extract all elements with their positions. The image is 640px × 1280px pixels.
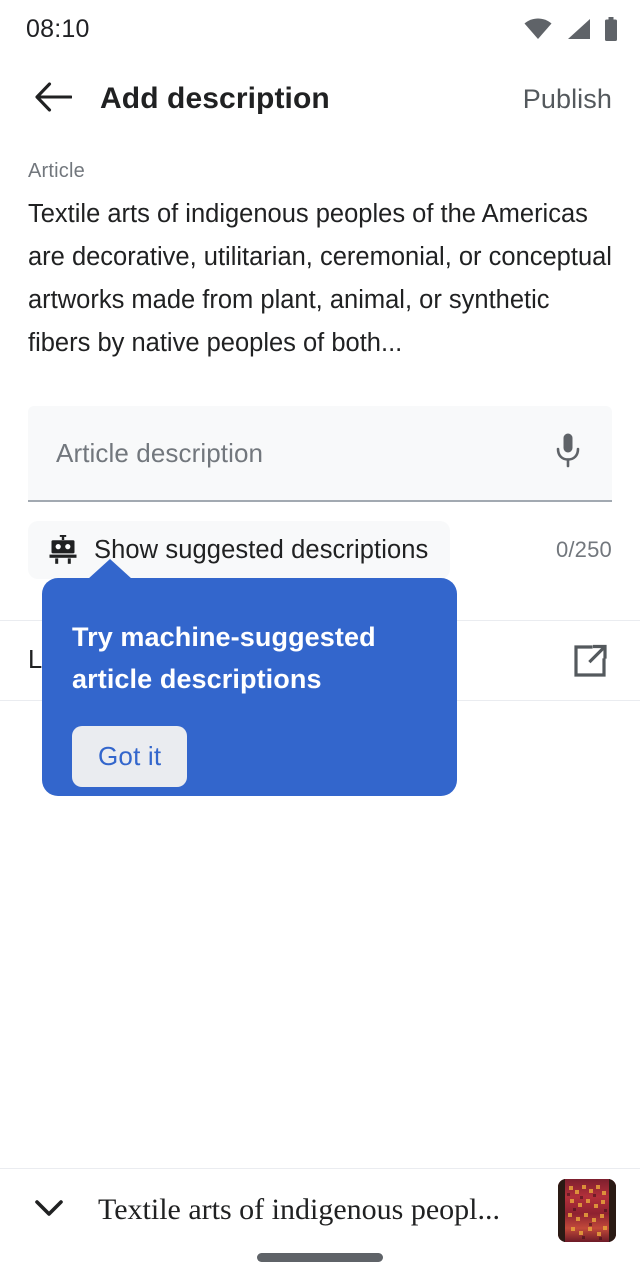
status-bar: 08:10 (0, 0, 640, 58)
voice-input-button[interactable] (542, 427, 594, 479)
chevron-down-icon (32, 1196, 66, 1225)
article-thumbnail[interactable] (558, 1178, 616, 1242)
cellular-signal-icon (565, 18, 591, 40)
status-clock: 08:10 (26, 14, 90, 43)
page-title: Add description (100, 82, 330, 115)
robot-icon (48, 535, 78, 565)
article-extract-text: Textile arts of indigenous peoples of th… (28, 200, 612, 357)
microphone-icon (553, 432, 583, 475)
tooltip-arrow (88, 559, 132, 579)
article-preview: Article Textile arts of indigenous peopl… (28, 160, 612, 365)
battery-icon (604, 17, 618, 41)
system-navigation-handle[interactable] (257, 1253, 383, 1262)
back-arrow-icon (34, 81, 73, 118)
machine-suggestion-tooltip: Try machine-suggested article descriptio… (42, 559, 457, 796)
description-input-field[interactable]: Article description (28, 406, 612, 502)
external-link-icon (570, 641, 610, 681)
expand-collapse-button[interactable] (28, 1189, 70, 1231)
show-suggested-descriptions-label: Show suggested descriptions (94, 535, 429, 564)
bottom-article-title: Textile arts of indigenous peopl... (98, 1193, 500, 1226)
got-it-button[interactable]: Got it (72, 726, 188, 787)
back-button[interactable] (30, 76, 76, 122)
publish-button[interactable]: Publish (519, 76, 616, 123)
wifi-icon (524, 18, 552, 40)
textile-pattern-thumbnail (558, 1178, 616, 1242)
app-bar: Add description Publish (0, 58, 640, 140)
article-section-label: Article (28, 160, 85, 182)
description-input-placeholder: Article description (56, 437, 264, 468)
character-counter: 0/250 (555, 537, 612, 562)
app-screen: 08:10 Add description Publish Article Te… (0, 0, 640, 1280)
tooltip-message: Try machine-suggested article descriptio… (72, 622, 376, 694)
status-icon-group (524, 17, 618, 41)
bottom-article-bar[interactable]: Textile arts of indigenous peopl... (0, 1169, 640, 1251)
